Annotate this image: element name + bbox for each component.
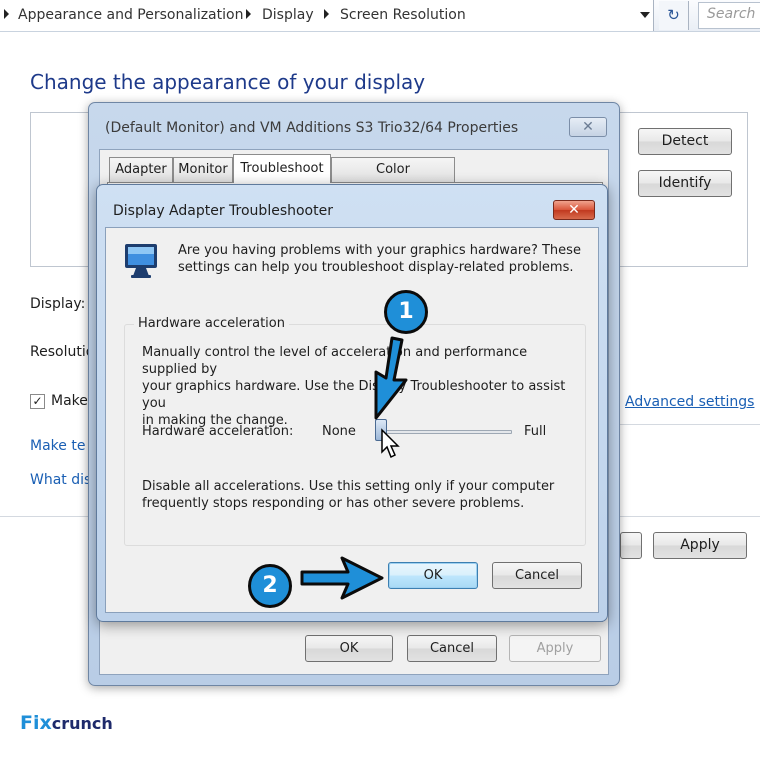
brand-logo-part: crunch (51, 714, 113, 733)
identify-button[interactable]: Identify (638, 170, 732, 197)
close-icon[interactable]: ✕ (553, 200, 595, 220)
make-text-larger-link[interactable]: Make te (30, 438, 85, 454)
tab-color-management[interactable]: Color Management (331, 157, 455, 201)
slider-max-label: Full (524, 424, 547, 439)
intro-line: settings can help you troubleshoot displ… (178, 260, 574, 275)
breadcrumb-separator-icon[interactable] (246, 9, 251, 19)
what-display-settings-link[interactable]: What dis (30, 472, 91, 488)
cancel-button[interactable]: Cancel (492, 562, 582, 589)
intro-text: Are you having problems with your graphi… (178, 242, 588, 276)
monitor-icon (125, 244, 157, 278)
ok-button[interactable]: OK (388, 562, 478, 589)
step-badge-2: 2 (248, 564, 292, 608)
ok-button[interactable]: OK (305, 635, 393, 662)
breadcrumb-display[interactable]: Display (262, 7, 314, 23)
resolution-label: Resolutio (30, 344, 95, 360)
advanced-settings-link[interactable]: Advanced settings (625, 394, 754, 410)
address-bar: Appearance and Personalization Display S… (0, 0, 760, 32)
tab-troubleshoot[interactable]: Troubleshoot (233, 154, 331, 183)
make-checkbox-label: Make (51, 393, 88, 409)
note-line: frequently stops responding or has other… (142, 496, 525, 511)
breadcrumb-screen-resolution[interactable]: Screen Resolution (340, 7, 466, 23)
display-label: Display: (30, 296, 86, 312)
refresh-icon[interactable]: ↻ (659, 1, 689, 30)
search-input[interactable]: Search C (698, 2, 760, 29)
breadcrumb-appearance[interactable]: Appearance and Personalization (18, 7, 243, 23)
make-checkbox[interactable]: ✓ (30, 394, 45, 409)
brand-logo: Fixcrunch (20, 712, 113, 734)
detect-button[interactable]: Detect (638, 128, 732, 155)
right-arrow-icon (300, 556, 384, 600)
tab-monitor[interactable]: Monitor (173, 157, 233, 182)
breadcrumb-separator-icon[interactable] (4, 9, 9, 19)
note-text: Disable all accelerations. Use this sett… (142, 478, 582, 512)
divider (620, 424, 760, 425)
close-icon[interactable]: ✕ (569, 117, 607, 137)
breadcrumb-separator-icon[interactable] (324, 9, 329, 19)
page-title: Change the appearance of your display (30, 70, 426, 94)
slider-min-label: None (322, 424, 356, 439)
properties-dialog-title: (Default Monitor) and VM Additions S3 Tr… (105, 120, 519, 136)
slider-label: Hardware acceleration: (142, 424, 294, 439)
brand-logo-part: Fix (20, 712, 52, 734)
history-dropdown-icon[interactable] (640, 12, 650, 18)
cancel-button-partial[interactable] (620, 532, 642, 559)
intro-line: Are you having problems with your graphi… (178, 243, 581, 258)
troubleshooter-title: Display Adapter Troubleshooter (113, 203, 333, 219)
cancel-button[interactable]: Cancel (407, 635, 497, 662)
step-badge-1: 1 (384, 290, 428, 334)
down-arrow-icon (374, 336, 408, 420)
tab-adapter[interactable]: Adapter (109, 157, 173, 182)
apply-button: Apply (509, 635, 601, 662)
breadcrumb[interactable]: Appearance and Personalization Display S… (0, 0, 654, 31)
note-line: Disable all accelerations. Use this sett… (142, 479, 555, 494)
apply-button[interactable]: Apply (653, 532, 747, 559)
group-label: Hardware acceleration (134, 316, 289, 331)
mouse-cursor-icon (381, 428, 400, 459)
